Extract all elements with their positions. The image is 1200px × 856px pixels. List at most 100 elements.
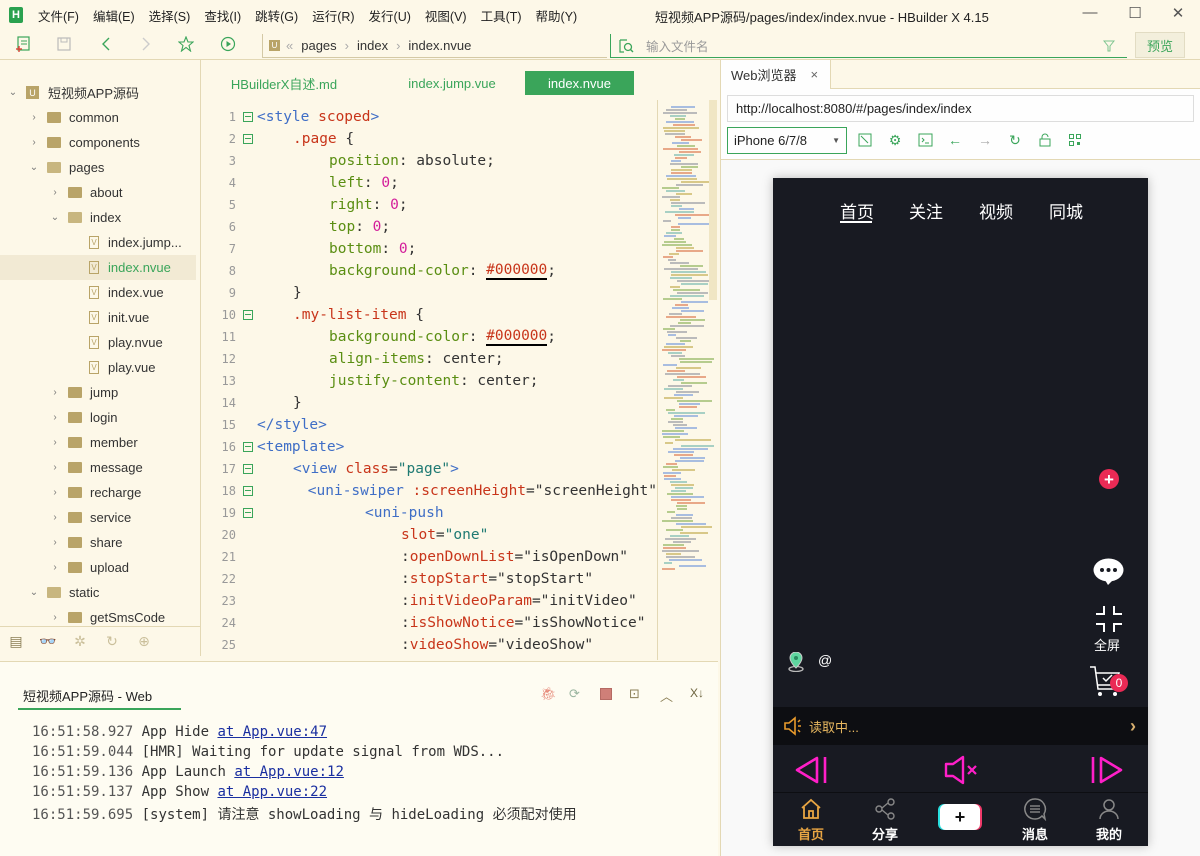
preview-button[interactable]: 预览 <box>1135 32 1185 58</box>
code-line[interactable]: 5 right: 0; <box>202 194 657 216</box>
menu-goto[interactable]: 跳转(G) <box>255 6 298 25</box>
tab-index-jump[interactable]: index.jump.vue <box>390 71 514 95</box>
code-line[interactable]: 24: isShowNotice ="isShowNotice" <box>202 612 657 634</box>
tabbar-messages[interactable]: 消息 <box>1005 794 1065 846</box>
favorite-icon[interactable] <box>178 36 194 52</box>
project-icon[interactable]: ▤ <box>0 633 32 650</box>
restart-icon[interactable]: ⟳ <box>569 686 580 702</box>
code-line[interactable]: 8 background-color: #000000; <box>202 260 657 282</box>
phone-tab-follow[interactable]: 关注 <box>909 198 943 223</box>
browser-tab[interactable]: Web浏览器 × <box>721 60 831 89</box>
code-line[interactable]: 1 <style scoped > <box>202 106 657 128</box>
tree-item[interactable]: Vindex.nvue <box>0 255 196 280</box>
minimize-button[interactable]: — <box>1075 4 1105 21</box>
menu-find[interactable]: 查找(I) <box>204 6 241 25</box>
code-line[interactable]: 3 position: absolute; <box>202 150 657 172</box>
menu-select[interactable]: 选择(S) <box>149 6 191 25</box>
plugin-icon[interactable]: ↻ <box>96 633 128 650</box>
tree-item[interactable]: › message <box>0 455 196 480</box>
filter-icon[interactable] <box>1103 40 1115 52</box>
chevron-right-icon[interactable]: › <box>50 487 60 498</box>
refresh-icon[interactable]: ↻ <box>1005 130 1025 150</box>
run-icon[interactable] <box>220 36 236 52</box>
code-line[interactable]: 19 <uni-push <box>202 502 657 524</box>
maximize-button[interactable]: ☐ <box>1120 4 1150 22</box>
fold-icon[interactable] <box>243 310 253 320</box>
code-line[interactable]: 21: openDownList ="isOpenDown" <box>202 546 657 568</box>
chevron-right-icon[interactable]: › <box>50 187 60 198</box>
tree-item[interactable]: › member <box>0 430 196 455</box>
tree-item[interactable]: › getSmsCode <box>0 605 196 630</box>
fold-icon[interactable] <box>243 134 253 144</box>
chevron-right-icon[interactable]: › <box>50 537 60 548</box>
code-line[interactable]: 12 align-items: center; <box>202 348 657 370</box>
chevron-right-icon[interactable]: › <box>50 387 60 398</box>
tree-project-root[interactable]: ⌄ U 短视频APP源码 <box>0 80 196 105</box>
chevron-right-icon[interactable]: › <box>50 512 60 523</box>
fullscreen-icon[interactable] <box>1094 605 1124 633</box>
log-source-link[interactable]: at App.vue:47 <box>217 724 327 740</box>
menu-view[interactable]: 视图(V) <box>425 6 467 25</box>
chevron-down-icon[interactable]: ⌄ <box>50 212 60 223</box>
notice-bar[interactable]: 读取中... › <box>773 707 1148 745</box>
chevron-right-icon[interactable]: › <box>50 562 60 573</box>
code-line[interactable]: 2 .page { <box>202 128 657 150</box>
comment-icon[interactable] <box>1093 558 1124 586</box>
tree-item[interactable]: Vindex.vue <box>0 280 196 305</box>
code-line[interactable]: 17 <view class = "page" > <box>202 458 657 480</box>
code-line[interactable]: 18 <uni-swiper :screenHeight ="screenHeigh… <box>202 480 657 502</box>
tree-item[interactable]: › upload <box>0 555 196 580</box>
code-line[interactable]: 16 <template> <box>202 436 657 458</box>
code-line[interactable]: 10 .my-list-item { <box>202 304 657 326</box>
back-arrow-icon[interactable]: ← <box>945 130 965 150</box>
tree-item[interactable]: › login <box>0 405 196 430</box>
close-tab-icon[interactable]: × <box>811 67 819 82</box>
minimap[interactable] <box>657 100 717 660</box>
lock-icon[interactable] <box>1035 130 1055 150</box>
chevron-right-icon[interactable]: › <box>50 462 60 473</box>
chevron-right-icon[interactable]: › <box>29 137 39 148</box>
fold-icon[interactable] <box>243 464 253 474</box>
minimap-viewport[interactable] <box>709 100 717 300</box>
settings-icon[interactable]: ⚙ <box>885 130 905 150</box>
tree-item[interactable]: › jump <box>0 380 196 405</box>
file-search-input[interactable]: 输入文件名 <box>610 34 1127 58</box>
tree-item[interactable]: › about <box>0 180 196 205</box>
tree-item[interactable]: ⌄ static <box>0 580 196 605</box>
code-line[interactable]: 15 </style> <box>202 414 657 436</box>
menu-run[interactable]: 运行(R) <box>312 6 354 25</box>
devtools-icon[interactable] <box>915 130 935 150</box>
breadcrumb-overflow[interactable]: « <box>286 38 293 53</box>
phone-tab-local[interactable]: 同城 <box>1049 198 1083 223</box>
new-file-icon[interactable] <box>15 36 31 52</box>
chevron-right-icon[interactable]: › <box>1130 716 1136 737</box>
forward-icon[interactable] <box>138 36 154 52</box>
tree-item[interactable]: › share <box>0 530 196 555</box>
code-line[interactable]: 13 justify-content: center; <box>202 370 657 392</box>
breadcrumb-file[interactable]: index.nvue <box>408 38 471 53</box>
next-icon[interactable] <box>1089 755 1123 785</box>
console-tab[interactable]: 短视频APP源码 - Web <box>18 682 181 710</box>
code-line[interactable]: 23: initVideoParam ="initVideo" <box>202 590 657 612</box>
fold-icon[interactable] <box>243 486 253 496</box>
phone-tab-video[interactable]: 视频 <box>979 198 1013 223</box>
code-line[interactable]: 7 bottom: 0; <box>202 238 657 260</box>
code-area[interactable]: 1 <style scoped >2 .page {3 position: absolu… <box>202 106 657 656</box>
code-line[interactable]: 20 slot = "one" <box>202 524 657 546</box>
tree-item[interactable]: › service <box>0 505 196 530</box>
mute-icon[interactable] <box>944 755 980 785</box>
fold-icon[interactable] <box>243 442 253 452</box>
terminal-icon[interactable]: ⊡ <box>629 686 640 702</box>
code-line[interactable]: 14} <box>202 392 657 414</box>
binoculars-icon[interactable]: 👓 <box>32 633 64 650</box>
tab-readme[interactable]: HBuilderX自述.md <box>228 71 340 95</box>
code-line[interactable]: 9} <box>202 282 657 304</box>
code-line[interactable]: 11 background-color: #000000; <box>202 326 657 348</box>
tab-index-nvue[interactable]: index.nvue <box>525 71 634 95</box>
log-source-link[interactable]: at App.vue:12 <box>234 764 344 780</box>
stop-icon[interactable] <box>600 688 612 700</box>
chevron-right-icon[interactable]: › <box>50 437 60 448</box>
code-line[interactable]: 4 left: 0; <box>202 172 657 194</box>
menu-publish[interactable]: 发行(U) <box>369 6 411 25</box>
cloud-icon[interactable]: ⊕ <box>128 633 160 650</box>
